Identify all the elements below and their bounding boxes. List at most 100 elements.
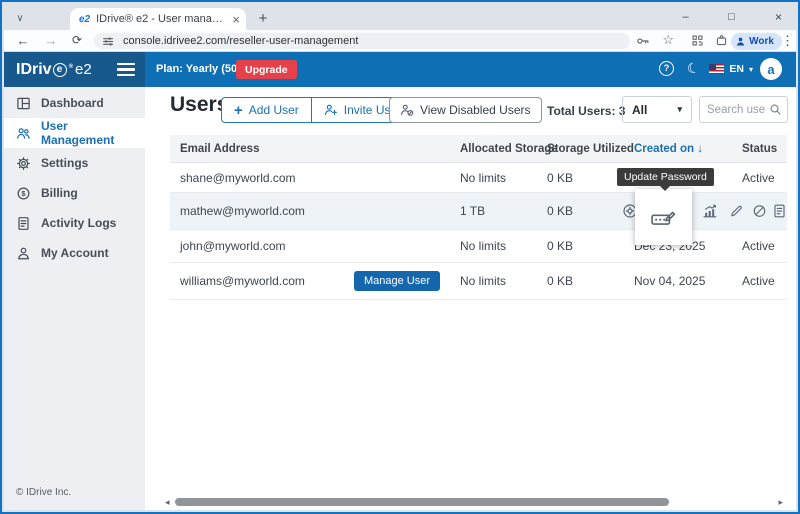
browser-tab[interactable]: e2 IDrive® e2 - User management ×	[70, 8, 246, 30]
allocated-storage: No limits	[450, 274, 537, 288]
upgrade-button[interactable]: Upgrade	[236, 60, 297, 79]
pinned-extension-icon[interactable]	[691, 34, 704, 47]
reload-icon[interactable]: ⟳	[68, 33, 86, 47]
scroll-right-arrow-icon[interactable]: ▸	[778, 497, 783, 507]
profile-avatar-icon	[735, 36, 746, 47]
tab-title: IDrive® e2 - User management	[96, 13, 227, 25]
column-email: Email Address	[170, 143, 450, 155]
user-statistics-icon[interactable]	[702, 203, 718, 219]
browser-window: ∨ e2 IDrive® e2 - User management × + – …	[0, 0, 800, 514]
plus-icon: +	[234, 103, 243, 118]
person-plus-icon	[324, 103, 338, 117]
person-icon	[16, 246, 31, 261]
hamburger-menu-icon[interactable]	[117, 63, 135, 79]
sidebar: Dashboard User Management Settings $ Bil…	[4, 87, 145, 510]
tab-close-icon[interactable]: ×	[232, 13, 240, 26]
forward-icon[interactable]: →	[42, 33, 60, 48]
account-avatar[interactable]: a	[760, 58, 782, 80]
gear-icon	[16, 156, 31, 171]
window-maximize-button[interactable]: □	[724, 8, 739, 26]
address-bar[interactable]: console.idrivee2.com/reseller-user-manag…	[94, 33, 630, 49]
idrive-e2-logo[interactable]: IDrive®e2	[16, 61, 92, 79]
sidebar-item-billing[interactable]: $ Billing	[4, 178, 145, 208]
update-password-popover[interactable]	[635, 189, 692, 245]
dropdown-caret-icon: ▾	[677, 104, 682, 115]
update-password-tooltip: Update Password	[617, 168, 714, 186]
status-badge: Active	[732, 239, 787, 253]
document-icon	[16, 216, 31, 231]
page-title: Users	[170, 93, 228, 117]
created-on: Nov 04, 2025	[624, 274, 732, 288]
help-icon[interactable]: ?	[659, 61, 674, 76]
window-close-button[interactable]: ×	[771, 8, 786, 26]
table-header-row: Email Address Allocated Storage Storage …	[170, 135, 787, 163]
sidebar-item-dashboard[interactable]: Dashboard	[4, 88, 145, 118]
dark-mode-moon-icon[interactable]: ☾	[685, 59, 702, 79]
language-code: EN	[729, 63, 744, 75]
sidebar-item-user-management[interactable]: User Management	[4, 118, 145, 148]
extensions-icon[interactable]	[715, 34, 728, 47]
dashboard-icon	[16, 96, 31, 111]
sidebar-item-settings[interactable]: Settings	[4, 148, 145, 178]
allocated-storage: No limits	[450, 239, 537, 253]
browser-toolbar: ← → ⟳ console.idrivee2.com/reseller-user…	[4, 30, 796, 52]
passwords-key-icon[interactable]	[636, 34, 650, 48]
manage-user-button[interactable]: Manage User	[354, 271, 440, 291]
edit-user-icon[interactable]	[729, 204, 744, 219]
update-password-icon[interactable]	[651, 207, 677, 228]
profile-chip[interactable]: Work	[731, 33, 782, 50]
svg-text:$: $	[21, 189, 26, 198]
column-created-on-sort[interactable]: Created on ↓	[624, 143, 732, 155]
copyright-footer: © IDrive Inc.	[16, 487, 71, 498]
status-badge: Active	[732, 171, 787, 185]
search-input[interactable]	[707, 104, 765, 116]
site-settings-icon[interactable]	[102, 35, 115, 48]
user-email: mathew@myworld.com	[170, 204, 450, 218]
sidebar-item-my-account[interactable]: My Account	[4, 238, 145, 268]
profile-label: Work	[749, 36, 774, 47]
new-tab-button[interactable]: +	[254, 9, 272, 27]
column-status: Status	[732, 143, 787, 155]
tab-strip: ∨ e2 IDrive® e2 - User management × + – …	[4, 4, 796, 30]
table-row[interactable]: john@myworld.com No limits 0 KB Dec 23, …	[170, 230, 787, 263]
window-minimize-button[interactable]: –	[678, 8, 693, 26]
view-disabled-users-button[interactable]: View Disabled Users	[389, 97, 542, 123]
user-email: williams@myworld.com	[180, 274, 305, 288]
person-disabled-icon	[400, 103, 414, 117]
storage-utilized: 0 KB	[537, 171, 624, 185]
column-utilized: Storage Utilized	[537, 143, 624, 155]
scrollbar-thumb[interactable]	[175, 498, 669, 506]
add-user-button[interactable]: + Add User	[222, 98, 311, 122]
search-icon	[769, 103, 782, 116]
table-row[interactable]: williams@myworld.com Manage User No limi…	[170, 263, 787, 300]
user-filter-dropdown[interactable]: All ▾	[622, 96, 692, 123]
main-content: Users + Add User Invite Users View Disab…	[145, 87, 796, 510]
total-users-count: Total Users: 3	[547, 104, 625, 118]
idrive-e2-favicon: e2	[79, 14, 90, 25]
status-badge: Active	[732, 274, 787, 288]
user-email: shane@myworld.com	[170, 171, 450, 185]
tab-search-chevron-icon[interactable]: ∨	[12, 10, 28, 26]
user-logs-icon[interactable]	[772, 204, 787, 219]
sidebar-item-activity-logs[interactable]: Activity Logs	[4, 208, 145, 238]
table-row-hovered[interactable]: mathew@myworld.com 1 TB 0 KB	[170, 193, 787, 230]
app-header: IDrive®e2 Plan: Yearly (50 TB) Upgrade ?…	[4, 52, 796, 87]
back-icon[interactable]: ←	[14, 33, 32, 48]
allocated-storage: 1 TB	[450, 204, 537, 218]
column-allocated: Allocated Storage	[450, 143, 537, 155]
users-table: Email Address Allocated Storage Storage …	[170, 135, 787, 300]
storage-utilized: 0 KB	[537, 204, 624, 218]
scroll-left-arrow-icon[interactable]: ◂	[165, 497, 170, 507]
disable-user-icon[interactable]	[752, 204, 767, 219]
dollar-circle-icon: $	[16, 186, 31, 201]
logo-panel: IDrive®e2	[4, 52, 145, 87]
kebab-menu-icon[interactable]: ⋮	[781, 33, 794, 49]
sort-desc-arrow-icon: ↓	[697, 143, 703, 155]
users-icon	[16, 126, 31, 141]
bookmark-star-icon[interactable]: ☆	[662, 32, 674, 48]
storage-utilized: 0 KB	[537, 239, 624, 253]
chevron-down-icon: ▾	[749, 65, 753, 74]
horizontal-scrollbar[interactable]: ◂ ▸	[165, 497, 783, 507]
language-selector[interactable]: EN ▾	[709, 63, 753, 75]
us-flag-icon	[709, 64, 724, 74]
